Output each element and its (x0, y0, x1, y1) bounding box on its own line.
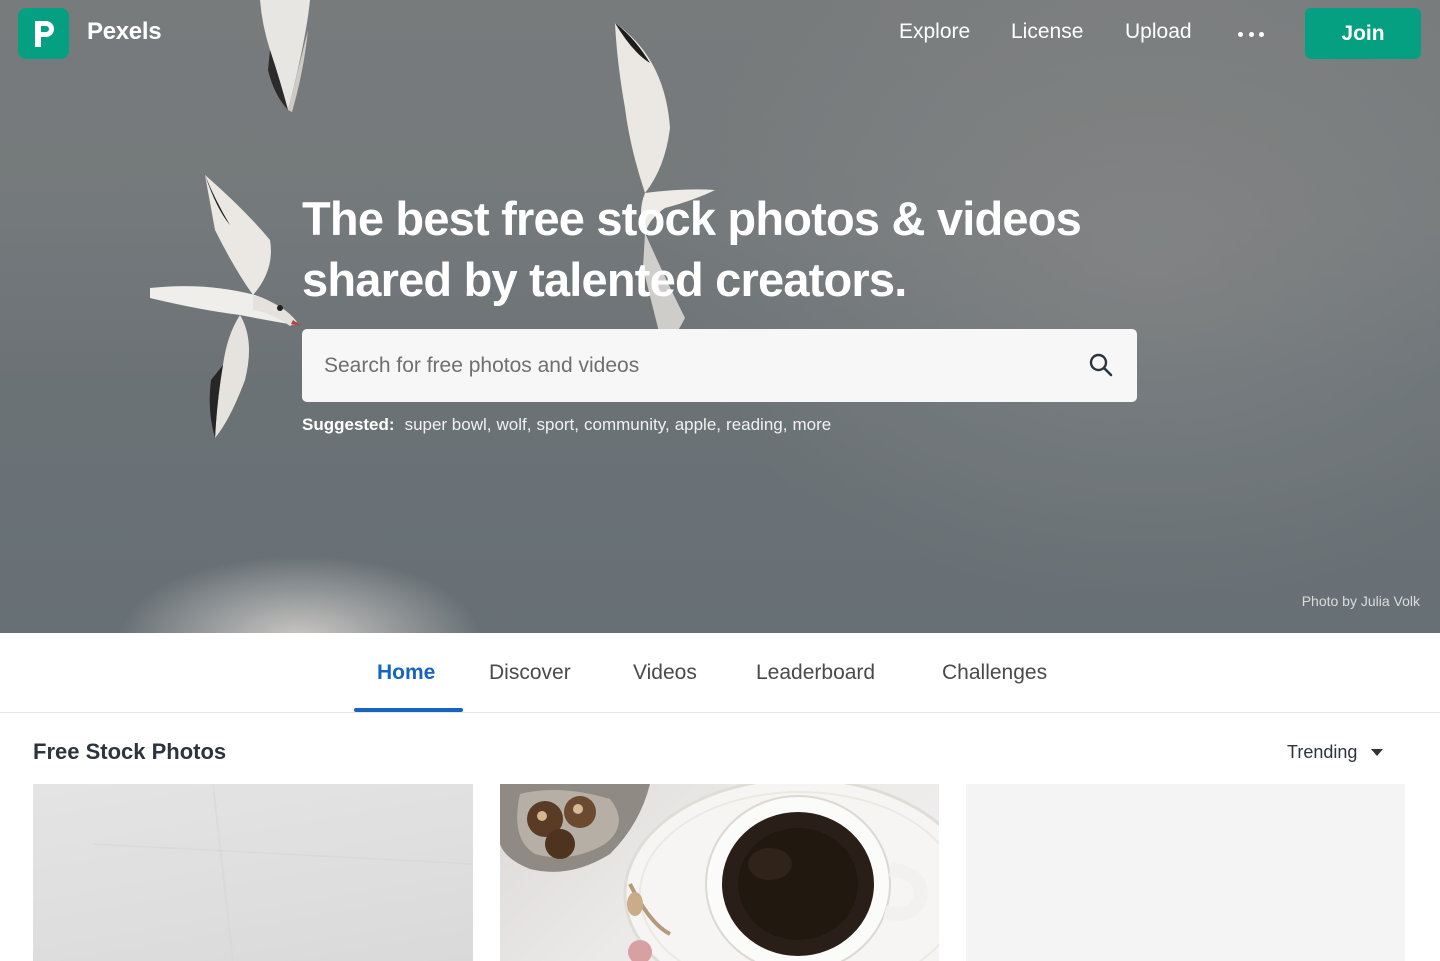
nav-explore[interactable]: Explore (899, 20, 970, 44)
tab-home[interactable]: Home (377, 661, 435, 685)
photo-card[interactable] (33, 784, 473, 961)
suggestion-link[interactable]: sport (536, 415, 574, 434)
suggestion-link[interactable]: super bowl (405, 415, 487, 434)
nav-license[interactable]: License (1011, 20, 1083, 44)
headline-line-1: The best free stock photos & videos (302, 192, 1082, 245)
section-title: Free Stock Photos (33, 739, 227, 764)
suggestion-link[interactable]: reading (726, 415, 783, 434)
photo-image (966, 784, 1405, 961)
suggestion-more-link[interactable]: more (792, 415, 831, 434)
seagull-image (150, 175, 301, 438)
top-navigation: Pexels Explore License Upload Join (0, 0, 1440, 68)
content-tabs: Home Discover Videos Leaderboard Challen… (0, 633, 1440, 713)
join-button[interactable]: Join (1305, 8, 1421, 59)
pexels-logo-icon[interactable] (18, 8, 69, 59)
photo-image (92, 784, 473, 961)
photo-image (500, 784, 939, 961)
caret-down-icon (1371, 749, 1384, 756)
suggestion-link[interactable]: community (584, 415, 665, 434)
nav-upload[interactable]: Upload (1125, 20, 1192, 44)
tab-leaderboard[interactable]: Leaderboard (756, 661, 875, 685)
suggestion-link[interactable]: wolf (497, 415, 527, 434)
more-dots-icon[interactable] (1238, 24, 1264, 44)
brand-name[interactable]: Pexels (87, 18, 162, 46)
search-input[interactable] (302, 329, 1062, 402)
hero-headline: The best free stock photos & videos shar… (302, 188, 1162, 310)
sort-dropdown[interactable]: Trending (1287, 742, 1384, 763)
suggested-searches: Suggested: super bowl, wolf, sport, communit… (302, 415, 832, 434)
search-bar (302, 329, 1137, 402)
active-tab-indicator (354, 708, 463, 712)
search-icon[interactable] (1088, 352, 1114, 378)
sort-label: Trending (1287, 742, 1358, 762)
photo-card[interactable] (500, 784, 939, 961)
photo-card[interactable] (966, 784, 1405, 961)
headline-line-2: shared by talented creators. (302, 253, 907, 306)
hero-banner: Pexels Explore License Upload Join The b… (0, 0, 1440, 633)
photo-credit-link[interactable]: Photo by Julia Volk (1302, 593, 1420, 609)
tab-discover[interactable]: Discover (489, 661, 571, 685)
suggested-label: Suggested: (302, 415, 395, 434)
tab-challenges[interactable]: Challenges (942, 661, 1047, 685)
tab-videos[interactable]: Videos (633, 661, 697, 685)
suggestion-link[interactable]: apple (675, 415, 717, 434)
